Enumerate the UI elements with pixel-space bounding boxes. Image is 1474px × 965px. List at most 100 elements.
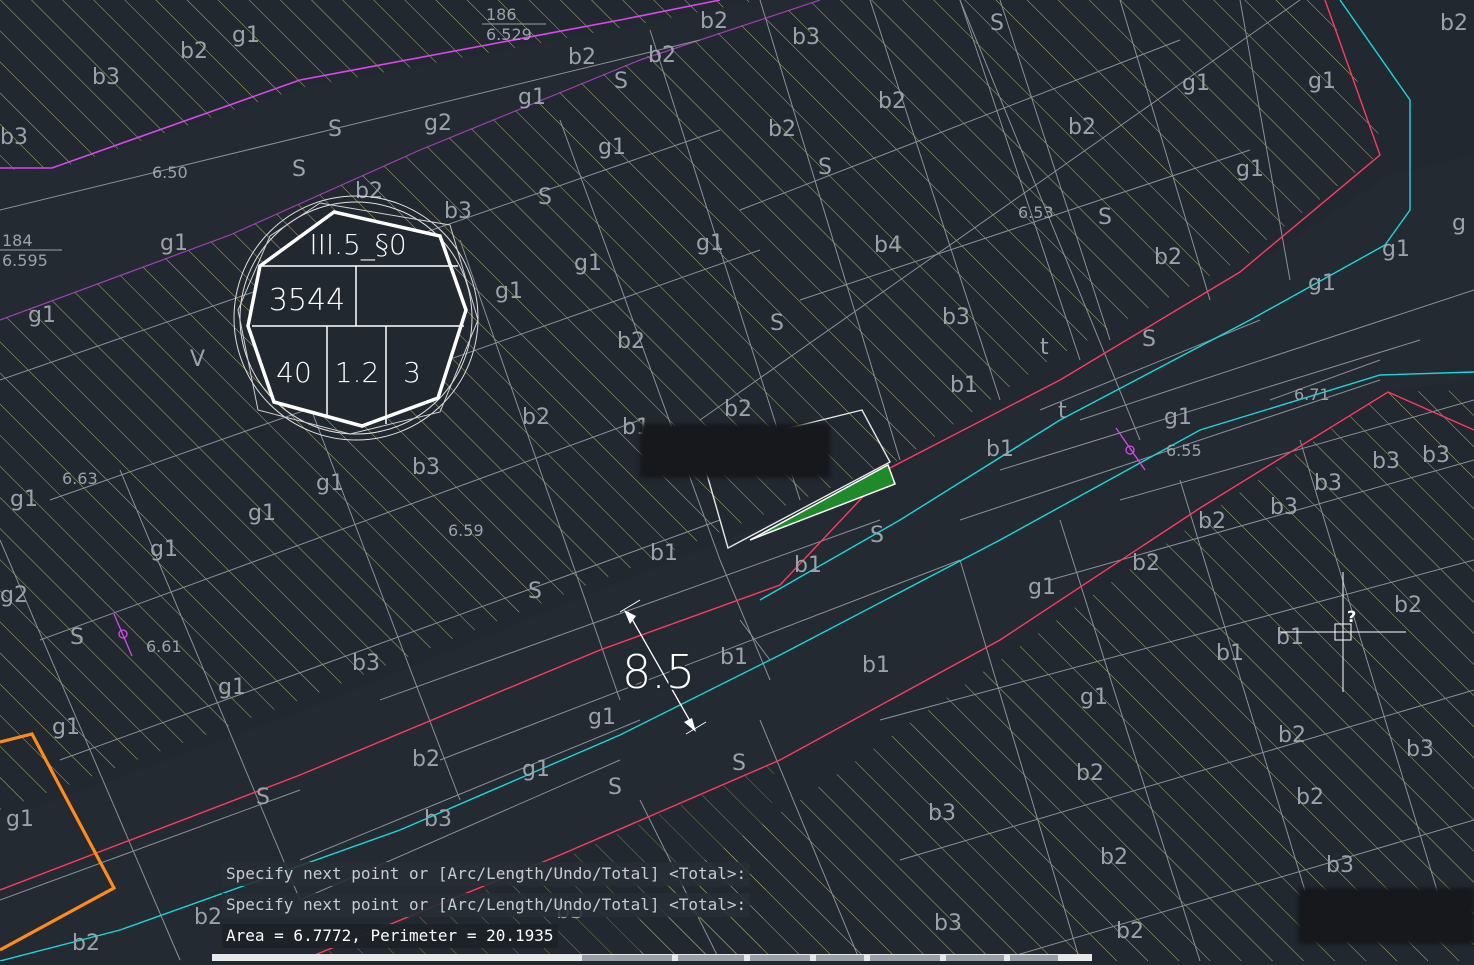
soil-label: b2 — [412, 747, 440, 772]
soil-label: S — [328, 117, 342, 142]
soil-label: b3 — [444, 199, 472, 224]
soil-label: S — [1142, 327, 1156, 352]
soil-label: g1 — [696, 231, 724, 256]
soil-label: b2 — [617, 329, 645, 354]
soil-label: b2 — [1278, 723, 1306, 748]
zone-value-a: 40 — [276, 356, 312, 389]
drawing-canvas[interactable]: 8.5 b2 g1 b3 b3 Sg2 Sb2 b3 Sg1 g1 g1 b2 Sb2 b2 b3 g1 b2… — [0, 0, 1474, 961]
soil-label: b2 — [1100, 845, 1128, 870]
soil-label: b1 — [1276, 625, 1304, 650]
soil-label: b2 — [194, 905, 222, 930]
soil-label: b2 — [1132, 551, 1160, 576]
elevation-label: 6.71 — [1294, 385, 1330, 404]
benchmark-number: 184 — [2, 231, 33, 250]
soil-label: b2 — [1068, 115, 1096, 140]
soil-label: g1 — [52, 715, 80, 740]
soil-label: b3 — [928, 801, 956, 826]
soil-label: b2 — [700, 9, 728, 34]
soil-label: S — [292, 157, 306, 182]
soil-label: g1 — [1080, 685, 1108, 710]
soil-label: g1 — [1382, 237, 1410, 262]
elevation-label: 6.53 — [1018, 203, 1054, 222]
benchmark-elevation: 6.595 — [2, 251, 48, 270]
soil-label: b2 — [355, 179, 383, 204]
redacted-label-corner — [1298, 888, 1474, 944]
soil-label: b3 — [92, 65, 120, 90]
soil-label: g1 — [598, 135, 626, 160]
soil-label: g1 — [248, 501, 276, 526]
soil-label: t — [1040, 335, 1049, 360]
soil-label: S — [538, 185, 552, 210]
soil-label: b3 — [934, 911, 962, 936]
soil-label: b3 — [0, 125, 28, 150]
soil-label: b1 — [650, 541, 678, 566]
soil-label: b2 — [180, 39, 208, 64]
benchmark-number: 186 — [486, 5, 517, 24]
soil-label: b3 — [1326, 853, 1354, 878]
soil-label: S — [732, 751, 746, 776]
soil-label: b2 — [768, 117, 796, 142]
elevation-label: 6.61 — [146, 637, 182, 656]
command-result-line: Area = 6.7772, Perimeter = 20.1935 — [222, 924, 558, 948]
soil-label: S — [608, 775, 622, 800]
soil-label: g1 — [574, 251, 602, 276]
soil-label: g1 — [232, 23, 260, 48]
soil-label: b2 — [522, 405, 550, 430]
redacted-label — [640, 424, 830, 478]
soil-label: b2 — [878, 89, 906, 114]
benchmark-elevation: 6.529 — [486, 25, 532, 44]
soil-label: b2 — [1116, 919, 1144, 944]
soil-label: b2 — [1296, 785, 1324, 810]
soil-label: g1 — [160, 231, 188, 256]
elevation-label: 6.55 — [1166, 441, 1202, 460]
soil-label: g1 — [1028, 575, 1056, 600]
soil-label: b2 — [1394, 593, 1422, 618]
elevation-label: 6.50 — [152, 163, 188, 182]
soil-label: b1 — [794, 553, 822, 578]
soil-label: b2 — [1198, 509, 1226, 534]
soil-label: b2 — [648, 43, 676, 68]
soil-label: g1 — [28, 303, 56, 328]
soil-label: g1 — [1164, 405, 1192, 430]
soil-label: b2 — [1154, 245, 1182, 270]
soil-label: g1 — [518, 85, 546, 110]
elevation-label: 6.59 — [448, 521, 484, 540]
zone-value-b: 1.2 — [335, 356, 380, 389]
soil-label: S — [870, 523, 884, 548]
soil-label: b3 — [1406, 737, 1434, 762]
soil-label: b3 — [1372, 449, 1400, 474]
zone-code: III.5_§0 — [309, 228, 406, 262]
soil-label: b2 — [724, 397, 752, 422]
soil-label: S — [256, 785, 270, 810]
soil-label: S — [1098, 205, 1112, 230]
soil-label: g1 — [218, 675, 246, 700]
soil-label: b3 — [792, 25, 820, 50]
soil-label: S — [818, 155, 832, 180]
soil-label: S — [770, 311, 784, 336]
zone-value-c: 3 — [403, 356, 421, 389]
cursor-help-glyph: ? — [1347, 607, 1356, 626]
soil-label: g1 — [495, 279, 523, 304]
soil-label: g1 — [1182, 71, 1210, 96]
soil-label: g1 — [522, 757, 550, 782]
command-history-line-1: Specify next point or [Arc/Length/Undo/T… — [222, 862, 751, 886]
soil-label: g1 — [10, 487, 38, 512]
soil-label: b4 — [874, 233, 902, 258]
soil-label: b3 — [1270, 495, 1298, 520]
soil-label: S — [614, 69, 628, 94]
layout-tabs[interactable] — [582, 955, 1062, 961]
soil-label: g1 — [588, 705, 616, 730]
soil-label: b1 — [862, 653, 890, 678]
soil-label: b1 — [720, 645, 748, 670]
soil-label: b2 — [1440, 11, 1468, 36]
soil-label: b3 — [1314, 471, 1342, 496]
soil-label: g1 — [6, 807, 34, 832]
command-history-line-2: Specify next point or [Arc/Length/Undo/T… — [222, 893, 751, 917]
soil-label: V — [190, 347, 205, 372]
soil-label: g1 — [1236, 157, 1264, 182]
cad-viewport[interactable]: 8.5 b2 g1 b3 b3 Sg2 Sb2 b3 Sg1 g1 g1 b2 Sb2 b2 b3 g1 b2… — [0, 0, 1474, 961]
soil-label: g2 — [0, 583, 28, 608]
soil-label: g1 — [1308, 271, 1336, 296]
soil-label: t — [1058, 399, 1067, 424]
soil-label: b1 — [950, 373, 978, 398]
